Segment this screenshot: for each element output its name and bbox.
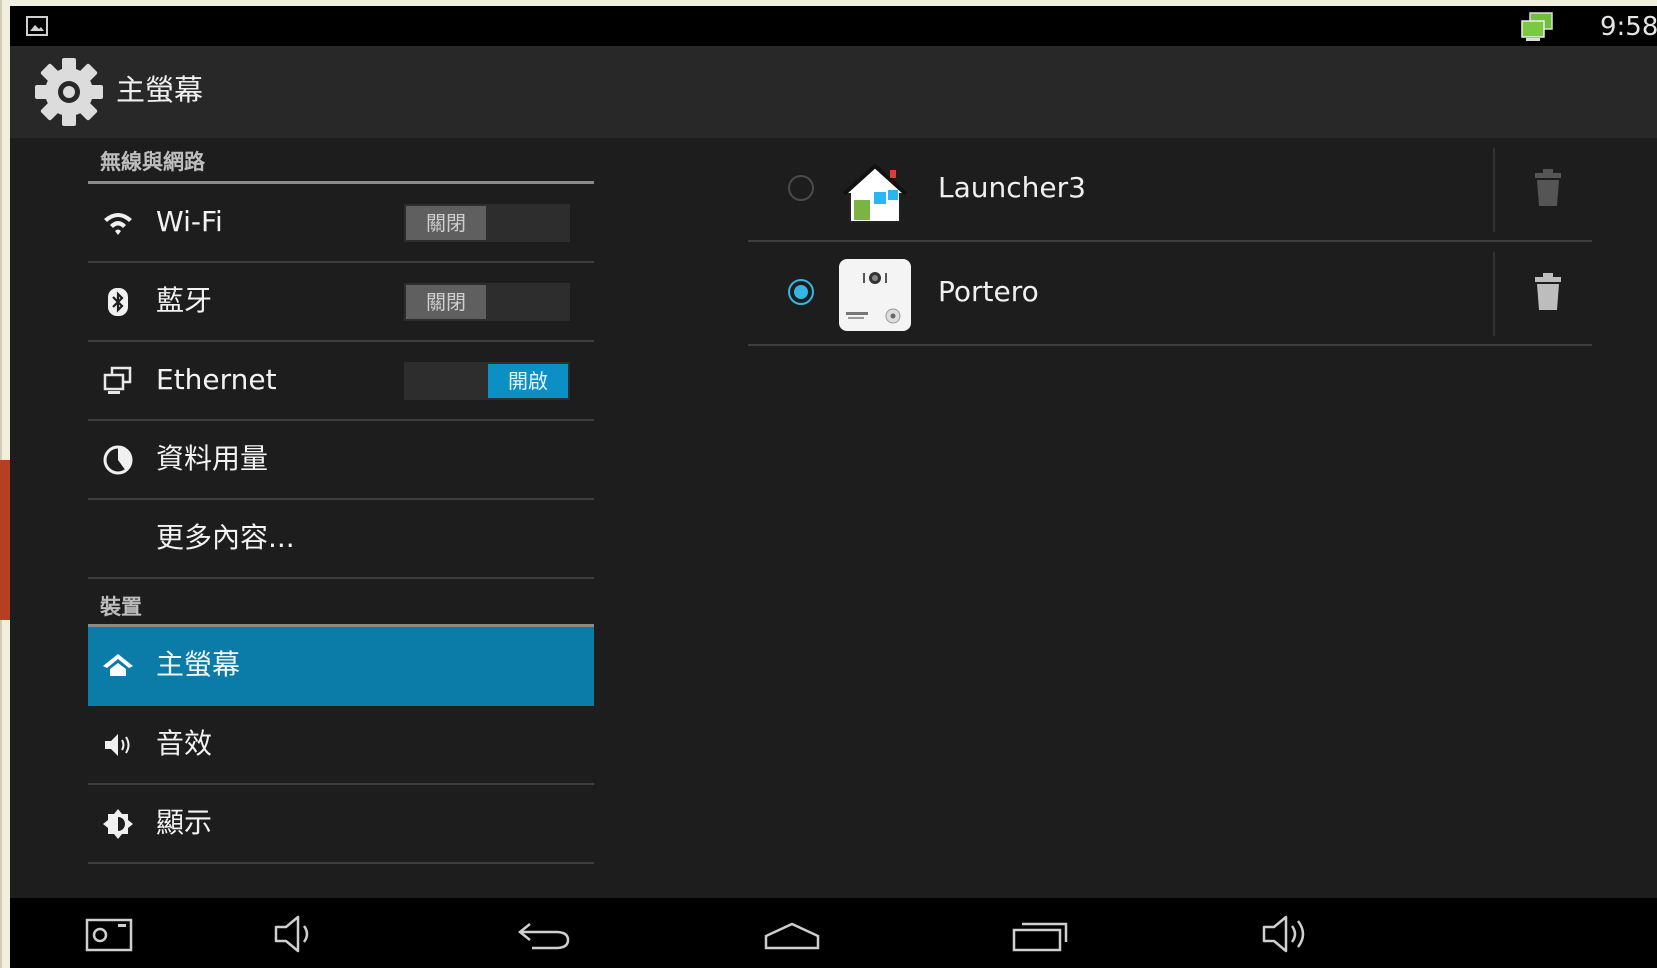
- home-icon: [103, 654, 133, 676]
- ethernet-icon: [103, 366, 132, 394]
- back-icon[interactable]: [516, 912, 572, 956]
- menu-item-display[interactable]: 顯示: [88, 785, 594, 864]
- menu-item-label: Wi-Fi: [156, 205, 223, 238]
- menu-item-home[interactable]: 主螢幕: [88, 627, 594, 706]
- menu-item-label: 藍牙: [156, 284, 213, 317]
- app-radio-button[interactable]: [788, 175, 814, 201]
- volume-icon: [105, 734, 130, 756]
- menu-item-label: 顯示: [156, 806, 213, 839]
- page-title: 主螢幕: [116, 73, 204, 107]
- screenshot-icon[interactable]: [84, 912, 134, 956]
- menu-item-bluetooth[interactable]: 藍牙 關閉: [88, 263, 594, 342]
- ethernet-connected-icon: [1521, 12, 1553, 41]
- action-bar: 主螢幕: [10, 46, 1657, 138]
- settings-gear-icon[interactable]: [34, 56, 104, 128]
- menu-item-label: 更多內容...: [156, 521, 295, 554]
- menu-item-label: 音效: [156, 727, 213, 760]
- menu-item-more[interactable]: 更多內容...: [88, 500, 594, 579]
- status-bar: 9:58: [10, 6, 1657, 46]
- home-app-list: Launcher3 Portero: [748, 138, 1592, 346]
- divider: [1493, 252, 1495, 336]
- toggle-knob: 關閉: [406, 285, 486, 319]
- recent-apps-icon[interactable]: [1010, 912, 1070, 956]
- menu-item-wifi[interactable]: Wi-Fi 關閉: [88, 184, 594, 263]
- category-wireless: 無線與網路: [88, 138, 594, 184]
- app-radio-button-selected[interactable]: [788, 279, 814, 305]
- category-label: 裝置: [100, 595, 142, 619]
- toggle-knob: 開啟: [488, 364, 568, 398]
- wifi-toggle[interactable]: 關閉: [404, 204, 570, 242]
- menu-item-label: 資料用量: [156, 442, 269, 475]
- data-usage-icon: [103, 445, 133, 475]
- menu-item-label: Ethernet: [156, 363, 277, 396]
- app-label: Portero: [938, 275, 1039, 308]
- toggle-knob: 關閉: [406, 206, 486, 240]
- menu-item-data-usage[interactable]: 資料用量: [88, 421, 594, 500]
- home-app-row-launcher3[interactable]: Launcher3: [748, 138, 1592, 242]
- clock: 9:58: [1600, 12, 1657, 42]
- home-nav-icon[interactable]: [762, 912, 822, 956]
- menu-item-label: 主螢幕: [156, 648, 241, 681]
- picture-notification-icon: [26, 16, 48, 36]
- navigation-bar: [10, 898, 1657, 968]
- menu-item-ethernet[interactable]: Ethernet 開啟: [88, 342, 594, 421]
- app-label: Launcher3: [938, 171, 1086, 204]
- portero-app-icon: [839, 259, 911, 331]
- trash-icon[interactable]: [1532, 168, 1564, 208]
- trash-icon[interactable]: [1532, 272, 1564, 312]
- divider: [1493, 148, 1495, 232]
- bluetooth-toggle[interactable]: 關閉: [404, 283, 570, 321]
- bluetooth-icon: [108, 288, 128, 316]
- category-device: 裝置: [88, 579, 594, 627]
- volume-up-icon[interactable]: [1260, 912, 1316, 956]
- category-label: 無線與網路: [100, 150, 205, 174]
- launcher3-house-icon: [841, 163, 909, 223]
- home-app-row-portero[interactable]: Portero: [748, 242, 1592, 346]
- android-screen: 9:58 主螢幕 無線與網路 Wi-Fi 關閉 藍牙 關閉 Ethernet 開…: [10, 6, 1657, 968]
- ethernet-toggle[interactable]: 開啟: [404, 362, 570, 400]
- settings-menu: 無線與網路 Wi-Fi 關閉 藍牙 關閉 Ethernet 開啟 資料用量 更多…: [88, 138, 594, 864]
- menu-item-sound[interactable]: 音效: [88, 706, 594, 785]
- brightness-icon: [103, 809, 133, 839]
- volume-down-icon[interactable]: [272, 912, 320, 956]
- wifi-icon: [104, 213, 132, 235]
